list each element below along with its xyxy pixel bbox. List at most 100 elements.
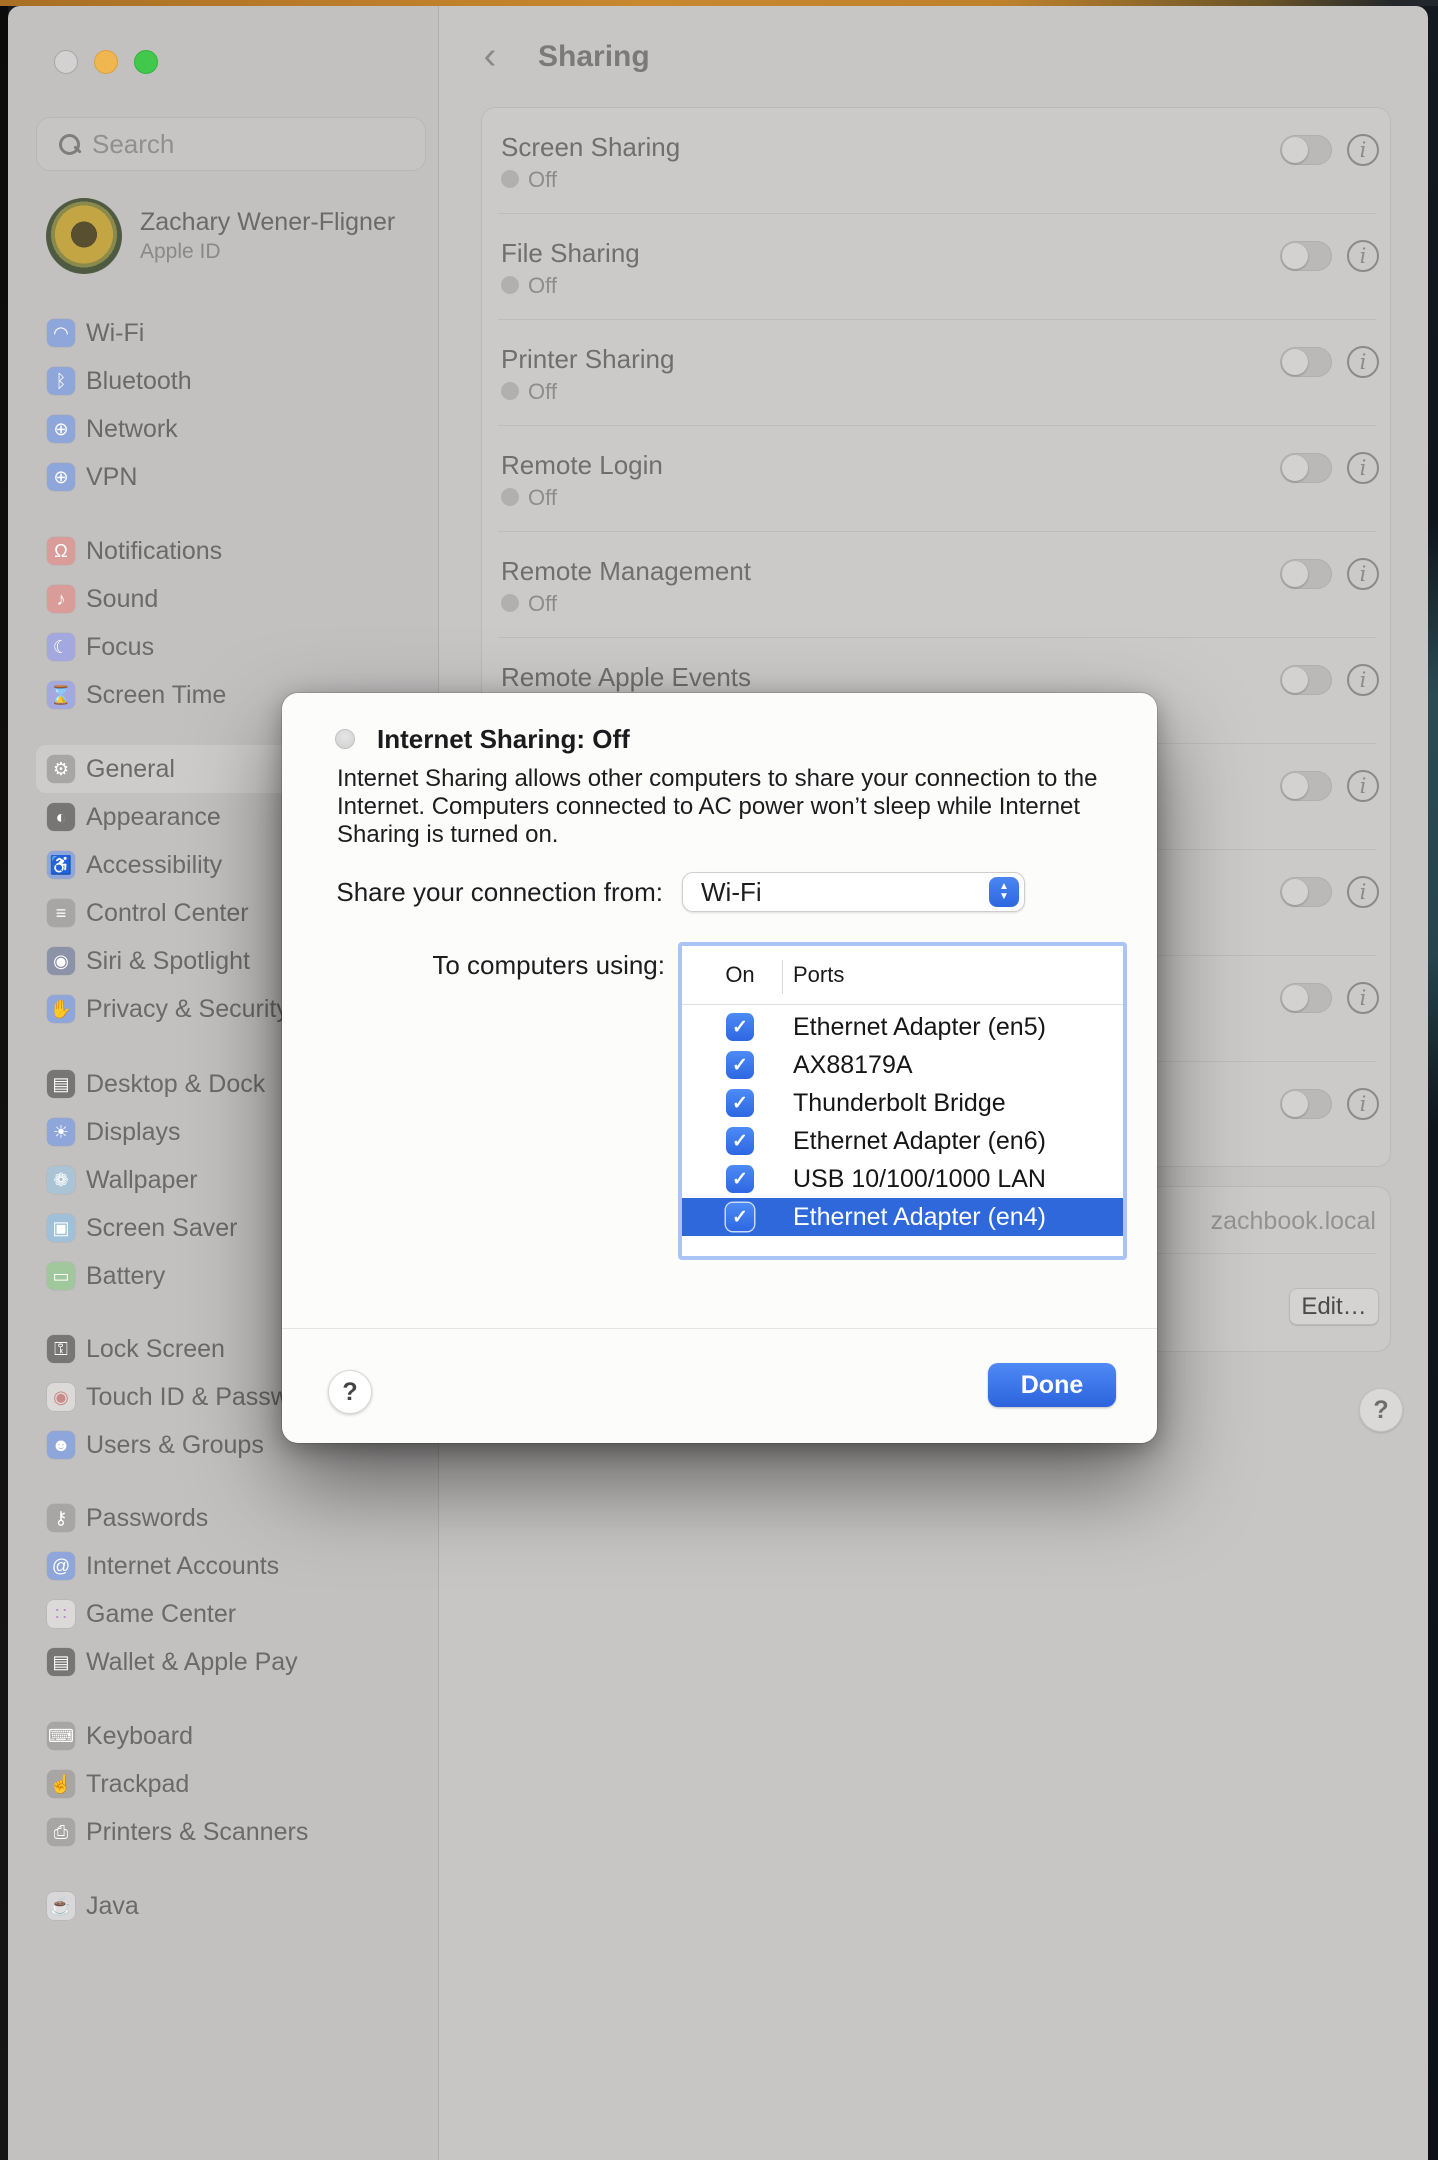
checkbox-checked-icon[interactable]: ✓ xyxy=(726,1013,754,1041)
info-icon[interactable]: i xyxy=(1347,770,1379,802)
sidebar-item-passwords[interactable]: ⚷ Passwords xyxy=(36,1494,418,1542)
ports-table: On Ports ✓ Ethernet Adapter (en5) ✓ AX88… xyxy=(678,942,1127,1260)
remote-management-toggle[interactable] xyxy=(1280,559,1332,589)
printer-icon: ⎙ xyxy=(47,1818,75,1846)
sidebar-group-input: ⌨ Keyboard ☝ Trackpad ⎙ Printers & Scann… xyxy=(36,1712,418,1856)
control-center-icon: ≡ xyxy=(47,899,75,927)
status-text: Off xyxy=(528,167,557,193)
desktop-wallpaper-right xyxy=(1428,6,1438,2160)
window-zoom-button[interactable] xyxy=(134,50,158,74)
sidebar-item-wifi[interactable]: ◠ Wi-Fi xyxy=(36,309,418,357)
checkbox-checked-icon[interactable]: ✓ xyxy=(726,1203,754,1231)
port-row-en5[interactable]: ✓ Ethernet Adapter (en5) xyxy=(682,1008,1123,1046)
sidebar-group-other: ☕ Java xyxy=(36,1882,418,1930)
appearance-icon: ◐ xyxy=(47,803,75,831)
edit-hostname-button[interactable]: Edit… xyxy=(1289,1288,1379,1325)
profile-apple-id-label: Apple ID xyxy=(140,240,221,264)
info-icon[interactable]: i xyxy=(1347,240,1379,272)
info-icon[interactable]: i xyxy=(1347,134,1379,166)
port-row-thunderbolt-bridge[interactable]: ✓ Thunderbolt Bridge xyxy=(682,1084,1123,1122)
page-title: Sharing xyxy=(538,40,650,74)
remote-login-toggle[interactable] xyxy=(1280,453,1332,483)
sidebar-item-vpn[interactable]: ⊕ VPN xyxy=(36,453,418,501)
status-dot xyxy=(501,382,519,400)
hand-icon: ✋ xyxy=(47,995,75,1023)
back-chevron-button[interactable]: ‹ xyxy=(472,36,508,76)
lock-icon: ⚿ xyxy=(47,1335,75,1363)
sidebar-item-internet-accounts[interactable]: @ Internet Accounts xyxy=(36,1542,418,1590)
column-header-on: On xyxy=(708,962,772,988)
window-close-button[interactable] xyxy=(54,50,78,74)
keyboard-icon: ⌨ xyxy=(47,1722,75,1750)
status-dot xyxy=(501,488,519,506)
window-minimize-button[interactable] xyxy=(94,50,118,74)
sidebar-item-game-center[interactable]: ∷ Game Center xyxy=(36,1590,418,1638)
sidebar-item-java[interactable]: ☕ Java xyxy=(36,1882,418,1930)
sidebar-group-alerts: Ω Notifications ♪ Sound ☾ Focus ⌛ Screen… xyxy=(36,527,418,719)
screen-saver-icon: ▣ xyxy=(47,1214,75,1242)
sidebar-item-bluetooth[interactable]: ᛒ Bluetooth xyxy=(36,357,418,405)
users-icon: ☻ xyxy=(47,1431,75,1459)
desktop-dock-icon: ▤ xyxy=(47,1070,75,1098)
profile-name[interactable]: Zachary Wener-Fligner xyxy=(140,208,395,237)
checkbox-checked-icon[interactable]: ✓ xyxy=(726,1127,754,1155)
column-header-ports: Ports xyxy=(793,962,844,988)
sidebar-item-keyboard[interactable]: ⌨ Keyboard xyxy=(36,1712,418,1760)
printer-sharing-toggle[interactable] xyxy=(1280,347,1332,377)
sidebar-item-printers-scanners[interactable]: ⎙ Printers & Scanners xyxy=(36,1808,418,1856)
search-field[interactable]: Search xyxy=(36,117,426,171)
remote-apple-events-toggle[interactable] xyxy=(1280,665,1332,695)
checkbox-checked-icon[interactable]: ✓ xyxy=(726,1051,754,1079)
info-icon[interactable]: i xyxy=(1347,1088,1379,1120)
siri-orb-icon: ◉ xyxy=(47,947,75,975)
desktop-wallpaper-left xyxy=(0,6,8,2160)
dropdown-stepper-icon: ▲▼ xyxy=(989,877,1019,907)
service-toggle[interactable] xyxy=(1280,771,1332,801)
screen-sharing-toggle[interactable] xyxy=(1280,135,1332,165)
sidebar-item-trackpad[interactable]: ☝ Trackpad xyxy=(36,1760,418,1808)
ports-table-header: On Ports xyxy=(682,946,1123,1004)
share-from-dropdown[interactable]: Wi-Fi ▲▼ xyxy=(682,872,1025,912)
status-dot xyxy=(501,594,519,612)
port-row-usb-lan[interactable]: ✓ USB 10/100/1000 LAN xyxy=(682,1160,1123,1198)
column-divider xyxy=(782,960,783,994)
info-icon[interactable]: i xyxy=(1347,982,1379,1014)
service-toggle[interactable] xyxy=(1280,1089,1332,1119)
sidebar-item-sound[interactable]: ♪ Sound xyxy=(36,575,418,623)
moon-icon: ☾ xyxy=(47,633,75,661)
avatar[interactable] xyxy=(46,198,122,274)
row-file-sharing: File Sharing Off i xyxy=(482,214,1390,320)
sidebar-group-network: ◠ Wi-Fi ᛒ Bluetooth ⊕ Network ⊕ VPN xyxy=(36,309,418,501)
checkbox-checked-icon[interactable]: ✓ xyxy=(726,1089,754,1117)
info-icon[interactable]: i xyxy=(1347,558,1379,590)
screen: Search Zachary Wener-Fligner Apple ID ◠ … xyxy=(0,0,1438,2160)
port-row-en6[interactable]: ✓ Ethernet Adapter (en6) xyxy=(682,1122,1123,1160)
search-icon xyxy=(59,134,79,154)
info-icon[interactable]: i xyxy=(1347,664,1379,696)
port-row-ax88179a[interactable]: ✓ AX88179A xyxy=(682,1046,1123,1084)
info-icon[interactable]: i xyxy=(1347,452,1379,484)
sidebar-item-focus[interactable]: ☾ Focus xyxy=(36,623,418,671)
dialog-title: Internet Sharing: Off xyxy=(377,724,630,755)
sidebar-item-network[interactable]: ⊕ Network xyxy=(36,405,418,453)
port-row-en4-selected[interactable]: ✓ Ethernet Adapter (en4) xyxy=(682,1198,1123,1236)
service-toggle[interactable] xyxy=(1280,983,1332,1013)
checkbox-checked-icon[interactable]: ✓ xyxy=(726,1165,754,1193)
status-text: Off xyxy=(528,591,557,617)
done-button[interactable]: Done xyxy=(988,1363,1116,1407)
status-indicator-dot xyxy=(335,729,355,749)
dialog-footer-divider xyxy=(282,1328,1157,1329)
file-sharing-toggle[interactable] xyxy=(1280,241,1332,271)
service-toggle[interactable] xyxy=(1280,877,1332,907)
wallpaper-flower-icon: ❁ xyxy=(47,1166,75,1194)
help-button[interactable]: ? xyxy=(1359,1388,1403,1432)
dialog-description: Internet Sharing allows other computers … xyxy=(337,765,1097,849)
sidebar-item-wallet[interactable]: ▤ Wallet & Apple Pay xyxy=(36,1638,418,1686)
info-icon[interactable]: i xyxy=(1347,346,1379,378)
status-dot xyxy=(501,276,519,294)
dialog-help-button[interactable]: ? xyxy=(328,1370,372,1414)
sidebar-item-notifications[interactable]: Ω Notifications xyxy=(36,527,418,575)
info-icon[interactable]: i xyxy=(1347,876,1379,908)
row-remote-management: Remote Management Off i xyxy=(482,532,1390,638)
trackpad-touch-icon: ☝ xyxy=(47,1770,75,1798)
